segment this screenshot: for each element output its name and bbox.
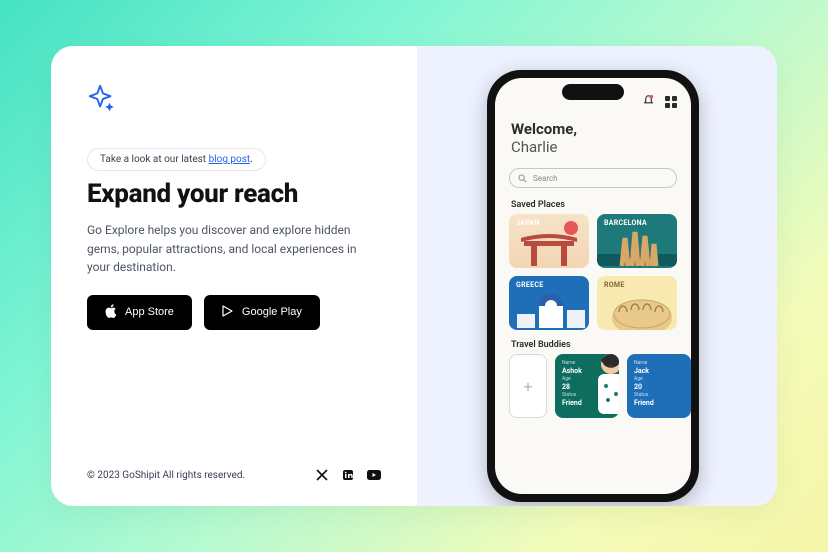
phone-notch (562, 84, 624, 100)
user-name: Charlie (511, 138, 577, 156)
app-store-button[interactable]: App Store (87, 295, 192, 330)
google-play-button[interactable]: Google Play (204, 295, 320, 330)
welcome-heading: Welcome, Charlie (511, 120, 577, 156)
search-placeholder: Search (533, 174, 558, 183)
google-play-label: Google Play (242, 306, 302, 318)
left-panel: Take a look at our latest blog post. Exp… (51, 46, 417, 506)
place-card-rome[interactable]: ROME (597, 276, 677, 330)
buddy-card-jack[interactable]: Name Jack Age 20 Status Friend (627, 354, 691, 418)
announcement-prefix: Take a look at our latest (100, 154, 209, 165)
play-icon (222, 305, 234, 320)
sparkle-icon (87, 84, 117, 114)
announcement-pill: Take a look at our latest blog post. (87, 148, 266, 171)
place-card-greece[interactable]: GREECE (509, 276, 589, 330)
saved-places-grid: JAPAN BARCELONA GREECE ROME (509, 214, 677, 330)
page-title: Expand your reach (87, 179, 381, 209)
copyright-text: © 2023 GoShipit All rights reserved. (87, 470, 245, 481)
add-buddy-button[interactable]: + (509, 354, 547, 418)
avatar-illustration (585, 354, 619, 418)
phone-screen: Welcome, Charlie Search Saved Places JAP… (495, 78, 691, 494)
bell-icon[interactable] (642, 92, 655, 111)
app-store-label: App Store (125, 306, 174, 318)
buddy-status: Friend (634, 399, 654, 407)
social-links (315, 468, 381, 482)
blog-post-link[interactable]: blog post (209, 154, 251, 165)
place-card-japan[interactable]: JAPAN (509, 214, 589, 268)
landing-card: Take a look at our latest blog post. Exp… (51, 46, 777, 506)
buddy-card-ashok[interactable]: Name Ashok Age 28 Status Friend (555, 354, 619, 418)
search-input[interactable]: Search (509, 168, 677, 188)
store-buttons: App Store Google Play (87, 295, 381, 330)
welcome-label: Welcome, (511, 120, 577, 138)
right-panel: Welcome, Charlie Search Saved Places JAP… (417, 46, 777, 506)
buddy-age: 28 (562, 383, 570, 391)
buddy-status: Friend (562, 399, 582, 407)
buddy-status-label: Status (634, 392, 684, 399)
buddy-age-label: Age (634, 376, 684, 383)
buddy-name-label: Name (634, 360, 684, 367)
travel-buddies-heading: Travel Buddies (511, 340, 571, 350)
youtube-icon[interactable] (367, 468, 381, 482)
announcement-suffix: . (250, 154, 253, 165)
page-description: Go Explore helps you discover and explor… (87, 221, 367, 277)
buddy-name: Ashok (562, 367, 582, 375)
phone-mockup: Welcome, Charlie Search Saved Places JAP… (487, 70, 699, 502)
x-icon[interactable] (315, 468, 329, 482)
menu-grid-icon[interactable] (665, 96, 677, 108)
buddy-age: 20 (634, 383, 642, 391)
footer: © 2023 GoShipit All rights reserved. (87, 468, 381, 482)
place-card-barcelona[interactable]: BARCELONA (597, 214, 677, 268)
saved-places-heading: Saved Places (511, 200, 565, 210)
linkedin-icon[interactable] (341, 468, 355, 482)
buddy-name: Jack (634, 367, 649, 375)
phone-topbar (642, 92, 677, 111)
travel-buddies-row: + Name Ashok Age 28 Status Friend Name J… (509, 354, 691, 418)
apple-icon (105, 304, 117, 321)
search-icon (518, 174, 527, 183)
